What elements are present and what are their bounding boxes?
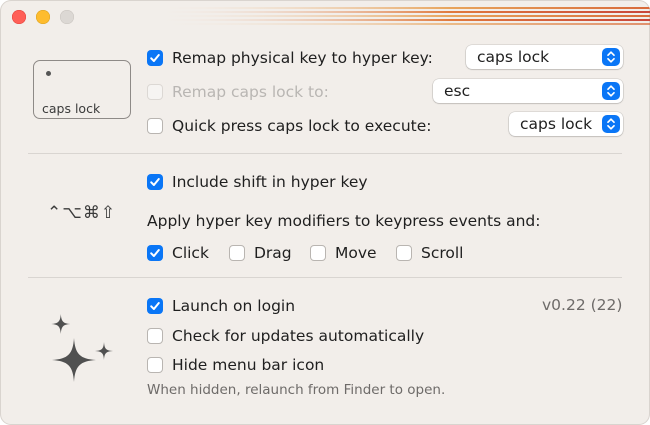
remap-physical-select-value: caps lock	[477, 48, 550, 66]
remap-caps-row[interactable]: Remap caps lock to:	[147, 82, 329, 102]
quick-press-checkbox[interactable]	[147, 118, 163, 134]
quick-press-row[interactable]: Quick press caps lock to execute:	[147, 116, 431, 136]
title-stripes-decoration	[150, 7, 650, 25]
event-move-checkbox[interactable]	[310, 245, 326, 261]
launch-on-login-row[interactable]: Launch on login	[147, 296, 295, 316]
check-updates-label: Check for updates automatically	[172, 327, 425, 345]
modifier-keys-symbols: ⌃⌥⌘⇧	[47, 203, 117, 223]
version-text: v0.22 (22)	[542, 296, 623, 314]
caps-lock-key-preview: caps lock	[33, 60, 131, 119]
event-click-label: Click	[172, 244, 209, 262]
event-scroll-checkbox[interactable]	[396, 245, 412, 261]
event-drag-row[interactable]: Drag	[229, 243, 292, 263]
key-preview-label: caps lock	[42, 101, 101, 116]
event-move-row[interactable]: Move	[310, 243, 377, 263]
title-bar	[0, 0, 650, 36]
remap-caps-select-value: esc	[444, 82, 471, 100]
remap-physical-checkbox[interactable]	[147, 50, 163, 66]
quick-press-select[interactable]: caps lock	[509, 112, 623, 136]
quick-press-select-value: caps lock	[520, 115, 593, 133]
launch-on-login-checkbox[interactable]	[147, 298, 163, 314]
event-click-checkbox[interactable]	[147, 245, 163, 261]
event-drag-checkbox[interactable]	[229, 245, 245, 261]
remap-physical-select[interactable]: caps lock	[466, 45, 623, 69]
remap-physical-label: Remap physical key to hyper key:	[172, 49, 433, 67]
hide-menu-icon-checkbox[interactable]	[147, 357, 163, 373]
caps-lock-indicator-dot	[46, 71, 51, 76]
launch-on-login-label: Launch on login	[172, 297, 296, 315]
remap-physical-row[interactable]: Remap physical key to hyper key:	[147, 48, 433, 68]
close-button[interactable]	[12, 10, 26, 24]
include-shift-row[interactable]: Include shift in hyper key	[147, 172, 368, 192]
updown-chevron-icon	[602, 48, 620, 66]
hide-menu-icon-row[interactable]: Hide menu bar icon	[147, 355, 324, 375]
event-drag-label: Drag	[254, 244, 292, 262]
quick-press-label: Quick press caps lock to execute:	[172, 117, 432, 135]
check-updates-row[interactable]: Check for updates automatically	[147, 326, 424, 346]
remap-caps-label: Remap caps lock to:	[172, 83, 329, 101]
remap-caps-checkbox[interactable]	[147, 84, 163, 100]
event-move-label: Move	[335, 244, 377, 262]
hidden-relaunch-note: When hidden, relaunch from Finder to ope…	[147, 382, 446, 398]
include-shift-checkbox[interactable]	[147, 174, 163, 190]
hide-menu-icon-label: Hide menu bar icon	[172, 356, 325, 374]
updown-chevron-icon	[602, 115, 620, 133]
section-divider	[28, 277, 622, 278]
zoom-button[interactable]	[60, 10, 74, 24]
event-scroll-row[interactable]: Scroll	[396, 243, 464, 263]
include-shift-label: Include shift in hyper key	[172, 173, 368, 191]
remap-caps-select[interactable]: esc	[433, 79, 623, 103]
event-click-row[interactable]: Click	[147, 243, 209, 263]
checkmark-icon	[150, 249, 160, 257]
checkmark-icon	[150, 302, 160, 310]
checkmark-icon	[150, 54, 160, 62]
section-divider	[28, 153, 622, 154]
checkmark-icon	[150, 178, 160, 186]
sparkles-icon	[51, 314, 113, 382]
settings-window: caps lock Remap physical key to hyper ke…	[0, 0, 650, 425]
event-scroll-label: Scroll	[421, 244, 464, 262]
updown-chevron-icon	[602, 82, 620, 100]
minimize-button[interactable]	[36, 10, 50, 24]
apply-modifiers-text: Apply hyper key modifiers to keypress ev…	[147, 212, 541, 230]
check-updates-checkbox[interactable]	[147, 328, 163, 344]
